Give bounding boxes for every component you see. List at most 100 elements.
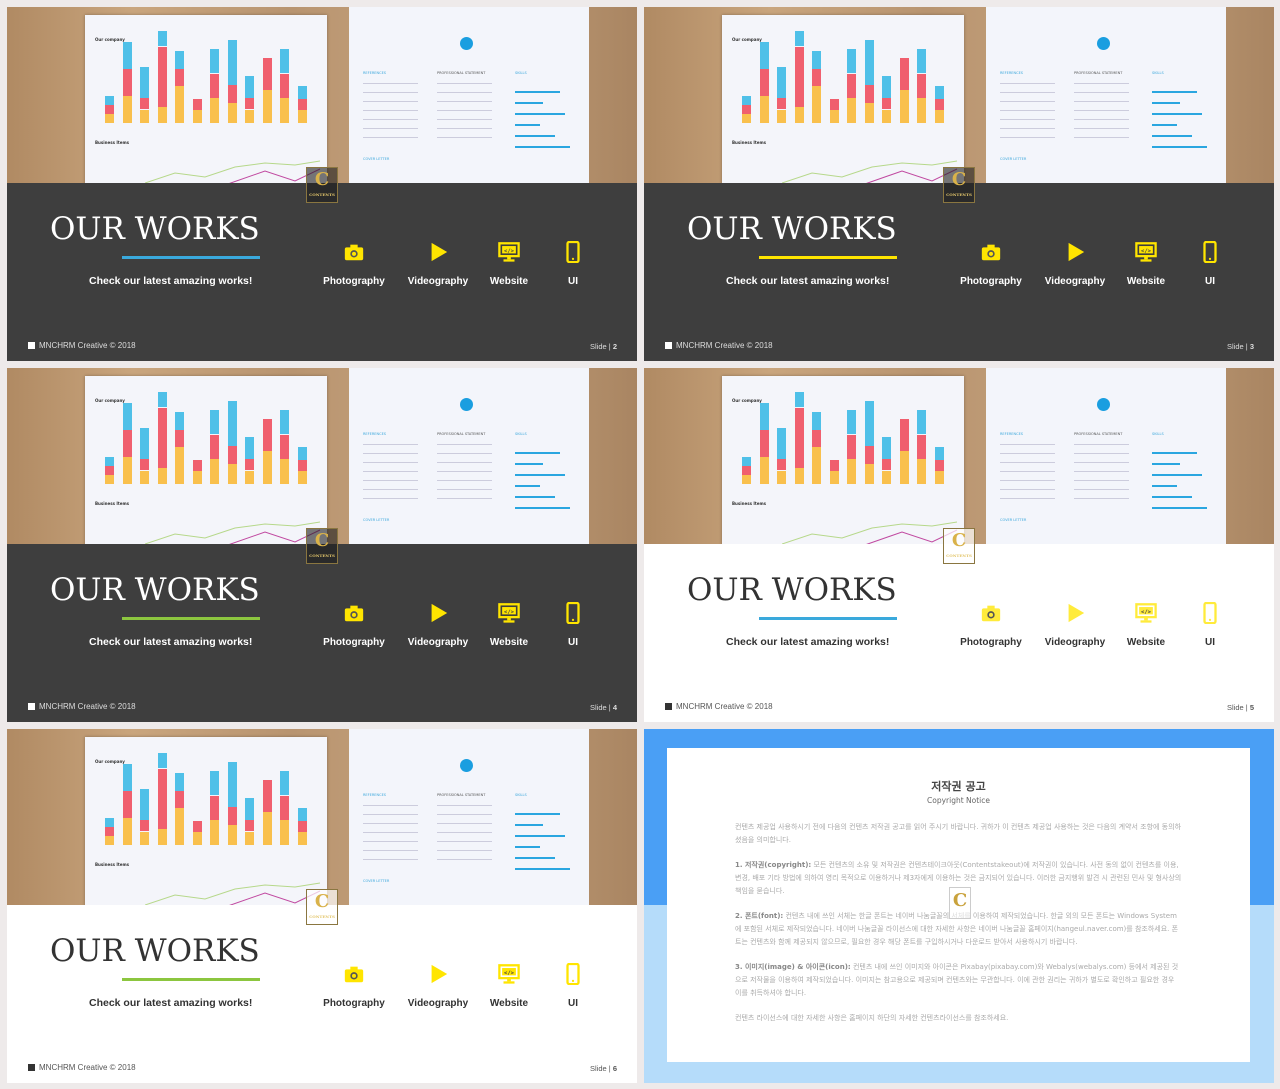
photo-chart-bar	[157, 106, 167, 123]
service-ui[interactable]: UI	[528, 241, 618, 288]
photo-chart-bar	[245, 76, 254, 98]
photo-text-line	[363, 805, 418, 806]
photo-text-line	[1074, 462, 1129, 463]
photo-chart-paper: Our company Business Items	[85, 737, 327, 907]
photo-chart-bar	[759, 69, 769, 96]
photo-text-line	[1074, 480, 1129, 481]
smartphone-icon	[528, 963, 618, 985]
photo-text-line	[437, 444, 492, 445]
photo-chart-bar	[864, 401, 874, 447]
service-ui[interactable]: UI	[528, 602, 618, 649]
slide-thumbnail-4[interactable]: Our company Business Items REFERENCES PR…	[7, 368, 637, 722]
photo-chart-bar	[157, 46, 167, 107]
photo-chart-bar	[157, 392, 167, 408]
photo-chart-bar	[245, 458, 254, 471]
photo-text-line	[363, 92, 418, 93]
photo-chart-bar	[759, 96, 769, 123]
service-photography[interactable]: Photography	[946, 241, 1036, 288]
photo-chart-bar	[192, 110, 202, 123]
photo-skill-bar	[515, 474, 565, 476]
service-photography[interactable]: Photography	[309, 963, 399, 1010]
photo-cover-letter: COVER LETTER	[363, 518, 390, 522]
slide-thumbnail-6[interactable]: Our company Business Items REFERENCES PR…	[7, 729, 637, 1083]
photo-chart-bar	[777, 470, 786, 484]
photo-text-line	[1000, 101, 1055, 102]
photo-references: REFERENCES	[363, 71, 387, 75]
slide-thumbnail-2[interactable]: Our company Business Items REFERENCES PR…	[7, 7, 637, 361]
photo-chart-bar	[794, 31, 804, 47]
photo-chart-bar	[175, 808, 184, 845]
photo-chart2-title: Business Items	[732, 501, 767, 506]
photo-chart-bar	[280, 795, 289, 820]
photo-skill-bar	[1152, 485, 1177, 487]
photo-chart-bar	[105, 475, 114, 484]
slide-panel: OUR WORKS Check our latest amazing works…	[7, 183, 637, 361]
photo-text-line	[1000, 498, 1055, 499]
service-ui[interactable]: UI	[1165, 241, 1255, 288]
photo-text-line	[1000, 444, 1055, 445]
photo-chart-bar	[829, 459, 839, 472]
photo-chart-bar	[157, 753, 167, 769]
photo-chart-bar	[210, 434, 219, 459]
photo-text-line	[363, 814, 418, 815]
photo-chart-bar	[280, 819, 289, 845]
slide-panel: OUR WORKS Check our latest amazing works…	[644, 183, 1274, 361]
photo-resume-paper: REFERENCES PROFESSIONAL STATEMENT SKILLS…	[349, 7, 589, 185]
photo-text-line	[437, 805, 492, 806]
logo-badge: C CONTENTS	[943, 528, 975, 564]
photo-chart-bar	[917, 458, 926, 484]
service-label: Website	[489, 637, 529, 648]
service-ui[interactable]: UI	[1165, 602, 1255, 649]
slide-number-value: 4	[612, 703, 617, 712]
photo-text-line	[437, 471, 492, 472]
photo-chart-bar	[245, 831, 254, 845]
photo-statement: PROFESSIONAL STATEMENT	[437, 432, 486, 436]
photo-chart-bar	[105, 818, 114, 827]
photo-chart2-title: Business Items	[95, 140, 130, 145]
photo-chart-bar	[812, 51, 821, 69]
photo-chart-bar	[777, 109, 786, 123]
slide-thumbnail-3[interactable]: Our company Business Items REFERENCES PR…	[644, 7, 1274, 361]
photo-chart-bar	[742, 96, 751, 105]
title-underline	[759, 617, 897, 620]
service-photography[interactable]: Photography	[309, 241, 399, 288]
footer-text: MNCHRM Creative © 2018	[39, 1063, 136, 1072]
photo-chart-bar	[105, 457, 114, 466]
slide-prefix: Slide |	[1227, 703, 1250, 712]
photo-resume-paper: REFERENCES PROFESSIONAL STATEMENT SKILLS…	[349, 729, 589, 907]
photo-chart-bar	[297, 808, 307, 821]
photo-chart-bar	[280, 49, 289, 74]
photo-chart-bar	[227, 401, 237, 447]
photo-chart-bar	[829, 110, 839, 123]
camera-icon	[309, 602, 399, 624]
slide-prefix: Slide |	[590, 342, 613, 351]
photo-text-line	[437, 110, 492, 111]
photo-chart-bar	[794, 106, 804, 123]
photo-chart-bar	[917, 73, 926, 98]
photo-skill-bar	[515, 124, 540, 126]
photo-chart-bar	[157, 407, 167, 468]
photo-chart-bar	[122, 764, 132, 791]
camera-icon	[946, 241, 1036, 263]
photo-chart-bar	[122, 403, 132, 430]
service-photography[interactable]: Photography	[309, 602, 399, 649]
photo-line-chart	[782, 160, 958, 185]
photo-chart-bar	[864, 446, 874, 465]
slide-thumbnail-5[interactable]: Our company Business Items REFERENCES PR…	[644, 368, 1274, 722]
photo-chart-bar	[105, 827, 114, 836]
photo-text-line	[1000, 137, 1055, 138]
square-icon	[28, 342, 35, 349]
photo-chart-bar	[847, 73, 856, 98]
service-photography[interactable]: Photography	[946, 602, 1036, 649]
slide-copyright-notice[interactable]: 저작권 공고 Copyright Notice 컨텐츠 제공업 사용하시기 전에…	[644, 729, 1274, 1083]
service-ui[interactable]: UI	[528, 963, 618, 1010]
photo-chart-bar	[122, 69, 132, 96]
svg-text:</>: </>	[1141, 248, 1152, 254]
photo-chart-bar	[280, 771, 289, 796]
photo-skill-bar	[1152, 91, 1197, 93]
photo-chart-bar	[882, 76, 891, 98]
photo-chart-bar	[882, 470, 891, 484]
photo-chart-bar	[105, 114, 114, 123]
photo-chart-bar	[759, 430, 769, 457]
photo-skill-bar	[1152, 496, 1192, 498]
